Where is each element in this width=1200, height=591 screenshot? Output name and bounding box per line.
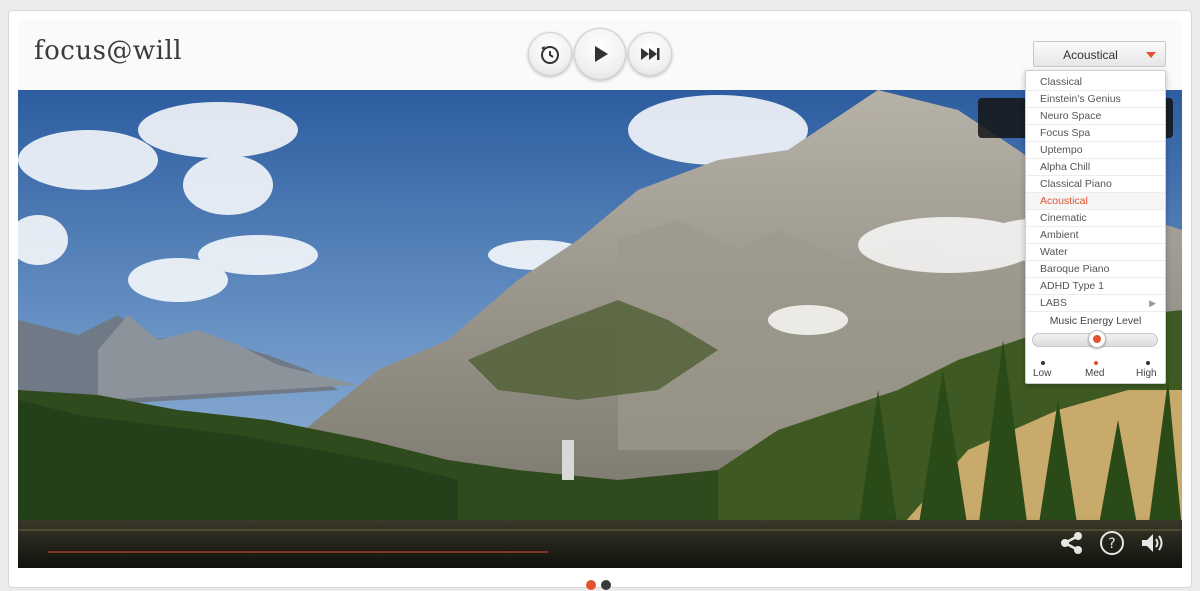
track-progress-line [48,551,548,553]
energy-level-title: Music Energy Level [1049,315,1142,327]
play-button[interactable] [574,28,626,80]
app-logo[interactable]: focus@will [34,36,182,66]
dropdown-item-baroque-piano[interactable]: Baroque Piano [1026,261,1165,278]
dropdown-item-einsteins-genius[interactable]: Einstein's Genius [1026,91,1165,108]
dropdown-item-acoustical[interactable]: Acoustical [1026,193,1165,210]
dropdown-item-water[interactable]: Water [1026,244,1165,261]
volume-button[interactable] [1139,530,1165,556]
genre-dropdown: Classical Einstein's Genius Neuro Space … [1025,70,1166,384]
energy-label-med: Med [1085,368,1105,379]
hero-landscape-image [18,90,1182,568]
genre-select-label: Acoustical [1063,48,1118,62]
dropdown-item-cinematic[interactable]: Cinematic [1026,210,1165,227]
skip-forward-icon [641,48,660,60]
help-button[interactable]: ? [1099,530,1125,556]
pagination-dot-1[interactable] [586,580,596,590]
energy-tick-high [1146,361,1150,365]
help-icon: ? [1100,531,1124,555]
svg-text:?: ? [1108,536,1115,552]
energy-label-high: High [1136,368,1157,379]
dropdown-item-uptempo[interactable]: Uptempo [1026,142,1165,159]
timer-icon [541,46,559,64]
genre-select[interactable]: Acoustical [1033,41,1166,67]
dropdown-item-labs[interactable]: LABS ▶ [1026,295,1165,312]
dropdown-item-classical[interactable]: Classical [1026,74,1165,91]
dropdown-item-labs-label: LABS [1040,297,1067,309]
share-icon [1061,532,1082,554]
dropdown-item-ambient[interactable]: Ambient [1026,227,1165,244]
dropdown-item-neuro-space[interactable]: Neuro Space [1026,108,1165,125]
play-icon [595,46,608,62]
chevron-down-icon [1146,52,1156,58]
bottom-control-bar [18,516,1182,568]
share-button[interactable] [1059,530,1085,556]
skip-button[interactable] [628,32,672,76]
dropdown-item-alpha-chill[interactable]: Alpha Chill [1026,159,1165,176]
chevron-right-icon: ▶ [1149,298,1156,308]
dropdown-item-adhd-type-1[interactable]: ADHD Type 1 [1026,278,1165,295]
energy-slider-knob[interactable] [1088,330,1106,348]
volume-icon [1142,534,1163,552]
energy-label-low: Low [1033,368,1052,379]
pagination-dot-2[interactable] [601,580,611,590]
dropdown-item-classical-piano[interactable]: Classical Piano [1026,176,1165,193]
energy-tick-med [1094,361,1098,365]
dropdown-item-focus-spa[interactable]: Focus Spa [1026,125,1165,142]
timer-button[interactable] [528,32,572,76]
energy-tick-low [1041,361,1045,365]
